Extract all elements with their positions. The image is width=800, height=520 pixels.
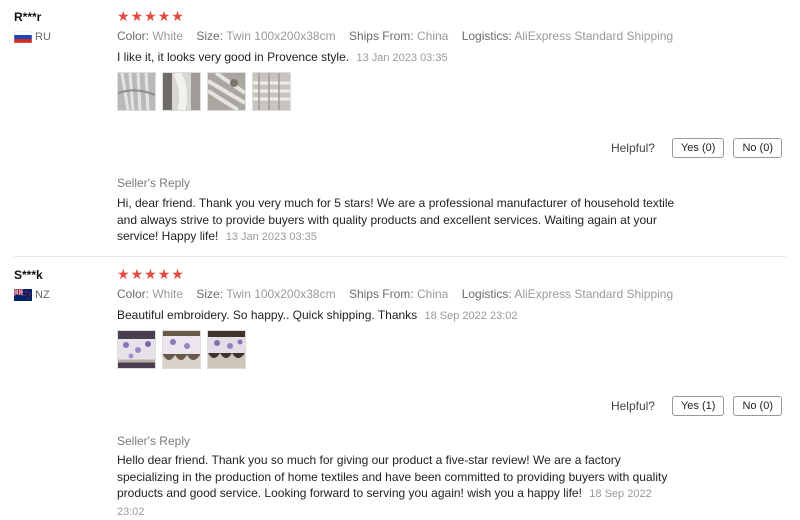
seller-reply-date: 13 Jan 2023 03:35: [225, 231, 317, 243]
reviewer-country: NZ: [14, 289, 50, 301]
reviewer-country: RU: [14, 31, 51, 43]
review-comment: I like it, it looks very good in Provenc…: [117, 50, 448, 64]
comment-text: I like it, it looks very good in Provenc…: [117, 50, 350, 64]
color-label: Color:: [117, 287, 150, 301]
seller-reply-text: Hello dear friend. Thank you so much for…: [117, 453, 668, 500]
helpful-section: Helpful? Yes (1) No (0): [611, 396, 782, 416]
star-icon: ★: [130, 8, 144, 24]
order-details: Color: White Size: Twin 100x200x38cm Shi…: [117, 287, 683, 301]
size-value: Twin 100x200x38cm: [226, 287, 336, 301]
logistics-value: AliExpress Standard Shipping: [514, 29, 674, 43]
reviewer-name: S***k: [14, 268, 43, 282]
seller-reply-text: Hi, dear friend. Thank you very much for…: [117, 196, 675, 243]
color-label: Color:: [117, 29, 150, 43]
star-rating: ★ ★ ★ ★ ★: [117, 9, 184, 23]
seller-reply-title: Seller's Reply: [117, 176, 190, 190]
ships-from-label: Ships From:: [348, 29, 414, 43]
country-code: RU: [35, 31, 51, 43]
review-comment: Beautiful embroidery. So happy.. Quick s…: [117, 308, 518, 322]
review-photo-thumbnail[interactable]: [252, 72, 291, 111]
star-icon: ★: [117, 266, 130, 282]
review-item: R***r RU ★ ★ ★ ★ ★ Color: White Size: Tw…: [0, 0, 800, 258]
star-icon: ★: [144, 266, 157, 282]
review-photo-thumbnail[interactable]: [162, 72, 201, 111]
review-item: S***k NZ ★ ★ ★ ★ ★ Color: White Size: Tw…: [0, 258, 800, 518]
color-value: White: [152, 287, 184, 301]
star-rating: ★ ★ ★ ★ ★: [117, 267, 184, 281]
helpful-no-button[interactable]: No (0): [733, 138, 782, 158]
review-photos: [117, 72, 291, 111]
logistics-label: Logistics:: [461, 287, 512, 301]
helpful-no-button[interactable]: No (0): [733, 396, 782, 416]
russia-flag-icon: [14, 31, 32, 43]
country-code: NZ: [35, 289, 50, 301]
size-value: Twin 100x200x38cm: [226, 29, 336, 43]
star-icon: ★: [157, 266, 171, 282]
logistics-label: Logistics:: [461, 29, 512, 43]
size-label: Size:: [196, 287, 224, 301]
review-photo-thumbnail[interactable]: [207, 72, 246, 111]
star-icon: ★: [157, 8, 171, 24]
ships-from-value: China: [416, 287, 449, 301]
review-photos: [117, 330, 246, 369]
helpful-yes-button[interactable]: Yes (1): [671, 396, 725, 416]
star-icon: ★: [117, 8, 130, 24]
review-photo-thumbnail[interactable]: [207, 330, 246, 369]
seller-reply: Hello dear friend. Thank you so much for…: [117, 452, 677, 520]
helpful-yes-button[interactable]: Yes (0): [671, 138, 725, 158]
helpful-label: Helpful?: [610, 141, 655, 155]
star-icon: ★: [144, 8, 157, 24]
ships-from-label: Ships From:: [348, 287, 414, 301]
logistics-value: AliExpress Standard Shipping: [514, 287, 674, 301]
star-icon: ★: [171, 266, 184, 282]
review-photo-thumbnail[interactable]: [117, 72, 156, 111]
seller-reply-title: Seller's Reply: [117, 434, 190, 448]
star-icon: ★: [130, 266, 144, 282]
review-date: 18 Sep 2022 23:02: [424, 310, 518, 322]
order-details: Color: White Size: Twin 100x200x38cm Shi…: [117, 29, 683, 43]
helpful-label: Helpful?: [610, 399, 655, 413]
review-photo-thumbnail[interactable]: [117, 330, 156, 369]
color-value: White: [152, 29, 184, 43]
size-label: Size:: [196, 29, 224, 43]
review-date: 13 Jan 2023 03:35: [356, 52, 448, 64]
seller-reply: Hi, dear friend. Thank you very much for…: [117, 195, 687, 246]
review-divider: [14, 256, 786, 257]
ships-from-value: China: [416, 29, 449, 43]
new-zealand-flag-icon: [14, 289, 32, 301]
reviewer-name: R***r: [14, 10, 42, 24]
star-icon: ★: [171, 8, 184, 24]
helpful-section: Helpful? Yes (0) No (0): [611, 138, 782, 158]
review-photo-thumbnail[interactable]: [162, 330, 201, 369]
comment-text: Beautiful embroidery. So happy.. Quick s…: [117, 308, 418, 322]
